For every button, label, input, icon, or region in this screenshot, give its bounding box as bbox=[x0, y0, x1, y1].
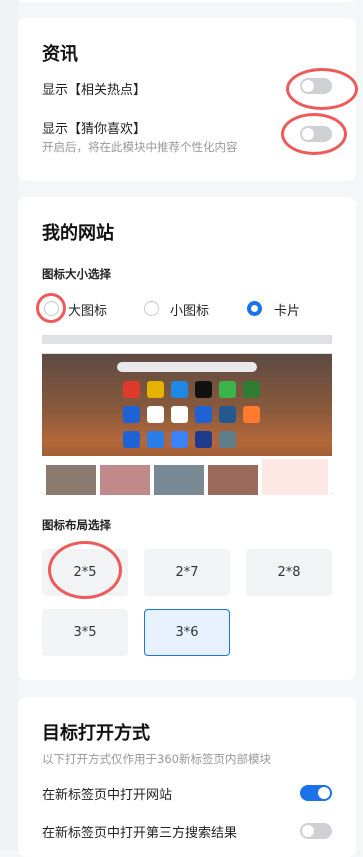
layout-option-3x5[interactable]: 3*5 bbox=[42, 609, 128, 656]
preview-news-thumb bbox=[154, 465, 204, 495]
sites-title: 我的网站 bbox=[42, 223, 114, 244]
radio-small-label: 小图标 bbox=[170, 304, 210, 319]
preview-side-panel bbox=[262, 459, 328, 495]
top-card-edge bbox=[18, 0, 356, 2]
preview-tile bbox=[195, 381, 212, 398]
toggle-knob bbox=[302, 825, 314, 837]
layout-option-3x6[interactable]: 3*6 bbox=[144, 609, 230, 656]
annotation-circle bbox=[48, 541, 122, 599]
radio-card[interactable] bbox=[247, 301, 262, 316]
preview-tile bbox=[123, 381, 140, 398]
preview-tile bbox=[171, 431, 188, 448]
preview-tile bbox=[147, 381, 164, 398]
annotation-circle bbox=[36, 293, 66, 323]
layout-preview-image bbox=[42, 335, 332, 495]
radio-card-label: 卡片 bbox=[274, 304, 301, 319]
preview-searchbox bbox=[117, 362, 257, 372]
show-guess-label: 显示【猜你喜欢】 bbox=[42, 122, 147, 137]
new-tab-search-toggle[interactable] bbox=[300, 823, 332, 839]
icon-size-label: 图标大小选择 bbox=[42, 267, 111, 281]
sites-card: 我的网站 图标大小选择 大图标 小图标 卡片 图标布局选择 2*5 2*7 2*… bbox=[18, 197, 356, 680]
preview-tile bbox=[147, 431, 164, 448]
annotation-circle bbox=[286, 68, 358, 110]
preview-tile bbox=[219, 381, 236, 398]
preview-news-thumb bbox=[100, 465, 150, 495]
preview-tile bbox=[147, 406, 164, 423]
preview-tile bbox=[171, 381, 188, 398]
news-title: 资讯 bbox=[42, 44, 78, 65]
show-guess-desc: 开启后，将在此模块中推荐个性化内容 bbox=[42, 140, 238, 154]
open-mode-card: 目标打开方式 以下打开方式仅作用于360新标签页内部模块 在新标签页中打开网站 … bbox=[18, 697, 356, 857]
preview-tile bbox=[243, 406, 260, 423]
preview-tabbar bbox=[42, 335, 332, 344]
open-mode-desc: 以下打开方式仅作用于360新标签页内部模块 bbox=[42, 752, 271, 766]
preview-tile bbox=[195, 406, 212, 423]
new-tab-search-label: 在新标签页中打开第三方搜索结果 bbox=[42, 826, 238, 841]
layout-option-2x7[interactable]: 2*7 bbox=[144, 549, 230, 596]
layout-option-2x8[interactable]: 2*8 bbox=[246, 549, 332, 596]
preview-tile bbox=[219, 406, 236, 423]
preview-tile bbox=[219, 431, 236, 448]
preview-tile bbox=[171, 406, 188, 423]
toggle-knob bbox=[318, 787, 330, 799]
show-hot-label: 显示【相关热点】 bbox=[42, 83, 147, 98]
news-card: 资讯 显示【相关热点】 显示【猜你喜欢】 开启后，将在此模块中推荐个性化内容 bbox=[18, 18, 358, 181]
radio-small-icon[interactable] bbox=[144, 301, 159, 316]
annotation-circle bbox=[281, 113, 347, 155]
preview-addressbar bbox=[42, 344, 332, 354]
layout-label: 图标布局选择 bbox=[42, 518, 111, 532]
left-strip bbox=[0, 0, 18, 851]
preview-news-strip bbox=[42, 456, 332, 495]
preview-tile bbox=[195, 431, 212, 448]
new-tab-site-label: 在新标签页中打开网站 bbox=[42, 788, 173, 803]
preview-news-thumb bbox=[46, 465, 96, 495]
open-mode-title: 目标打开方式 bbox=[42, 723, 150, 744]
preview-tile bbox=[123, 431, 140, 448]
preview-news-thumb bbox=[208, 465, 258, 495]
preview-tile bbox=[123, 406, 140, 423]
new-tab-site-toggle[interactable] bbox=[300, 785, 332, 801]
preview-tile bbox=[243, 381, 260, 398]
radio-large-label: 大图标 bbox=[68, 304, 108, 319]
